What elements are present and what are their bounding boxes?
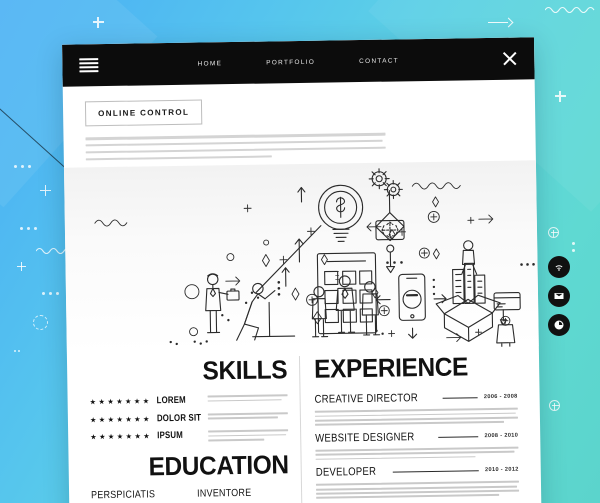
intro-section: ONLINE CONTROL [63, 79, 536, 161]
education-columns: PERSPICIATIS INVENTORE [91, 487, 290, 503]
skill-item: ★ ★ ★ ★ ★ ★ ★ DOLOR SIT [90, 411, 288, 425]
decorative-plus-circle [549, 400, 560, 411]
decorative-dots [20, 227, 37, 230]
decorative-sparkle [92, 16, 104, 28]
intro-paragraph [85, 132, 386, 161]
education-item: PERSPICIATIS [91, 489, 184, 503]
experience-years: 2008 - 2010 [484, 432, 519, 440]
envelope-icon[interactable] [548, 285, 570, 307]
decorative-arrow [488, 18, 514, 26]
experience-role: WEBSITE DESIGNER [315, 431, 415, 445]
experience-rule [437, 435, 479, 438]
experience-header: CREATIVE DIRECTOR 2006 - 2008 [315, 391, 518, 406]
floating-social-buttons [548, 256, 570, 336]
illustration-artwork [94, 168, 535, 350]
decorative-sparkle [554, 90, 566, 102]
experience-description [314, 407, 518, 426]
skill-description [207, 393, 288, 404]
content-columns: SKILLS ★ ★ ★ ★ ★ ★ ★ LOREM ★ ★ ★ ★ ★ ★ ★… [67, 347, 542, 503]
star-rating: ★ ★ ★ ★ ★ ★ ★ [90, 431, 150, 442]
decorative-plus [17, 262, 26, 271]
experience-rule [442, 396, 478, 399]
hero-illustration [63, 160, 539, 354]
experience-item: CREATIVE DIRECTOR 2006 - 2008 [315, 391, 518, 426]
experience-description [315, 481, 520, 499]
clock-icon[interactable] [548, 314, 570, 336]
left-column: SKILLS ★ ★ ★ ★ ★ ★ ★ LOREM ★ ★ ★ ★ ★ ★ ★… [67, 354, 302, 503]
skill-description [207, 428, 289, 443]
education-title: EDUCATION [148, 449, 289, 482]
right-column: EXPERIENCE CREATIVE DIRECTOR 2006 - 2008 [298, 351, 542, 503]
experience-header: DEVELOPER 2010 - 2012 [316, 464, 519, 479]
skill-label: LOREM [156, 395, 186, 407]
wifi-icon[interactable] [548, 256, 570, 278]
nav-link-contact[interactable]: CONTACT [359, 57, 399, 65]
experience-header: WEBSITE DESIGNER 2008 - 2010 [315, 430, 518, 445]
skill-item: ★ ★ ★ ★ ★ ★ ★ LOREM [90, 393, 288, 407]
experience-role: DEVELOPER [315, 466, 377, 480]
skill-description [207, 411, 288, 422]
experience-item: DEVELOPER 2010 - 2012 [315, 464, 520, 499]
decorative-sparkle [40, 185, 51, 196]
experience-title: EXPERIENCE [313, 351, 469, 385]
skill-label: DOLOR SIT [156, 412, 201, 425]
nav-links: HOME PORTFOLIO CONTACT [62, 55, 534, 69]
education-heading: INVENTORE [197, 487, 252, 500]
skill-item: ★ ★ ★ ★ ★ ★ ★ IPSUM [90, 428, 289, 445]
decorative-dots [14, 350, 20, 352]
experience-rule [392, 470, 480, 473]
education-heading: PERSPICIATIS [91, 489, 156, 502]
education-item: INVENTORE [197, 487, 290, 503]
experience-years: 2006 - 2008 [483, 393, 518, 401]
decorative-dots [42, 292, 59, 295]
star-rating: ★ ★ ★ ★ ★ ★ ★ [89, 396, 150, 407]
nav-link-home[interactable]: HOME [198, 60, 223, 67]
online-control-button[interactable]: ONLINE CONTROL [84, 99, 203, 127]
experience-role: CREATIVE DIRECTOR [314, 392, 419, 407]
screenshot-root: HOME PORTFOLIO CONTACT ONLINE CONTROL SK… [0, 0, 600, 503]
skills-title: SKILLS [202, 354, 288, 386]
skills-list: ★ ★ ★ ★ ★ ★ ★ LOREM ★ ★ ★ ★ ★ ★ ★ DOLOR SIT [90, 393, 289, 445]
website-page-card: HOME PORTFOLIO CONTACT ONLINE CONTROL SK… [62, 37, 542, 503]
experience-description [315, 446, 519, 461]
experience-years: 2010 - 2012 [485, 467, 519, 474]
experience-item: WEBSITE DESIGNER 2008 - 2010 [315, 430, 519, 461]
decorative-dots [572, 242, 575, 252]
star-rating: ★ ★ ★ ★ ★ ★ ★ [89, 414, 150, 425]
decorative-plus-circle [548, 227, 559, 238]
navbar: HOME PORTFOLIO CONTACT [62, 37, 535, 87]
nav-link-portfolio[interactable]: PORTFOLIO [266, 58, 315, 66]
decorative-dashed-circle [33, 315, 48, 330]
skill-label: IPSUM [156, 430, 183, 442]
experience-list: CREATIVE DIRECTOR 2006 - 2008 WEBSITE DE… [315, 391, 520, 503]
close-icon[interactable] [502, 51, 517, 66]
